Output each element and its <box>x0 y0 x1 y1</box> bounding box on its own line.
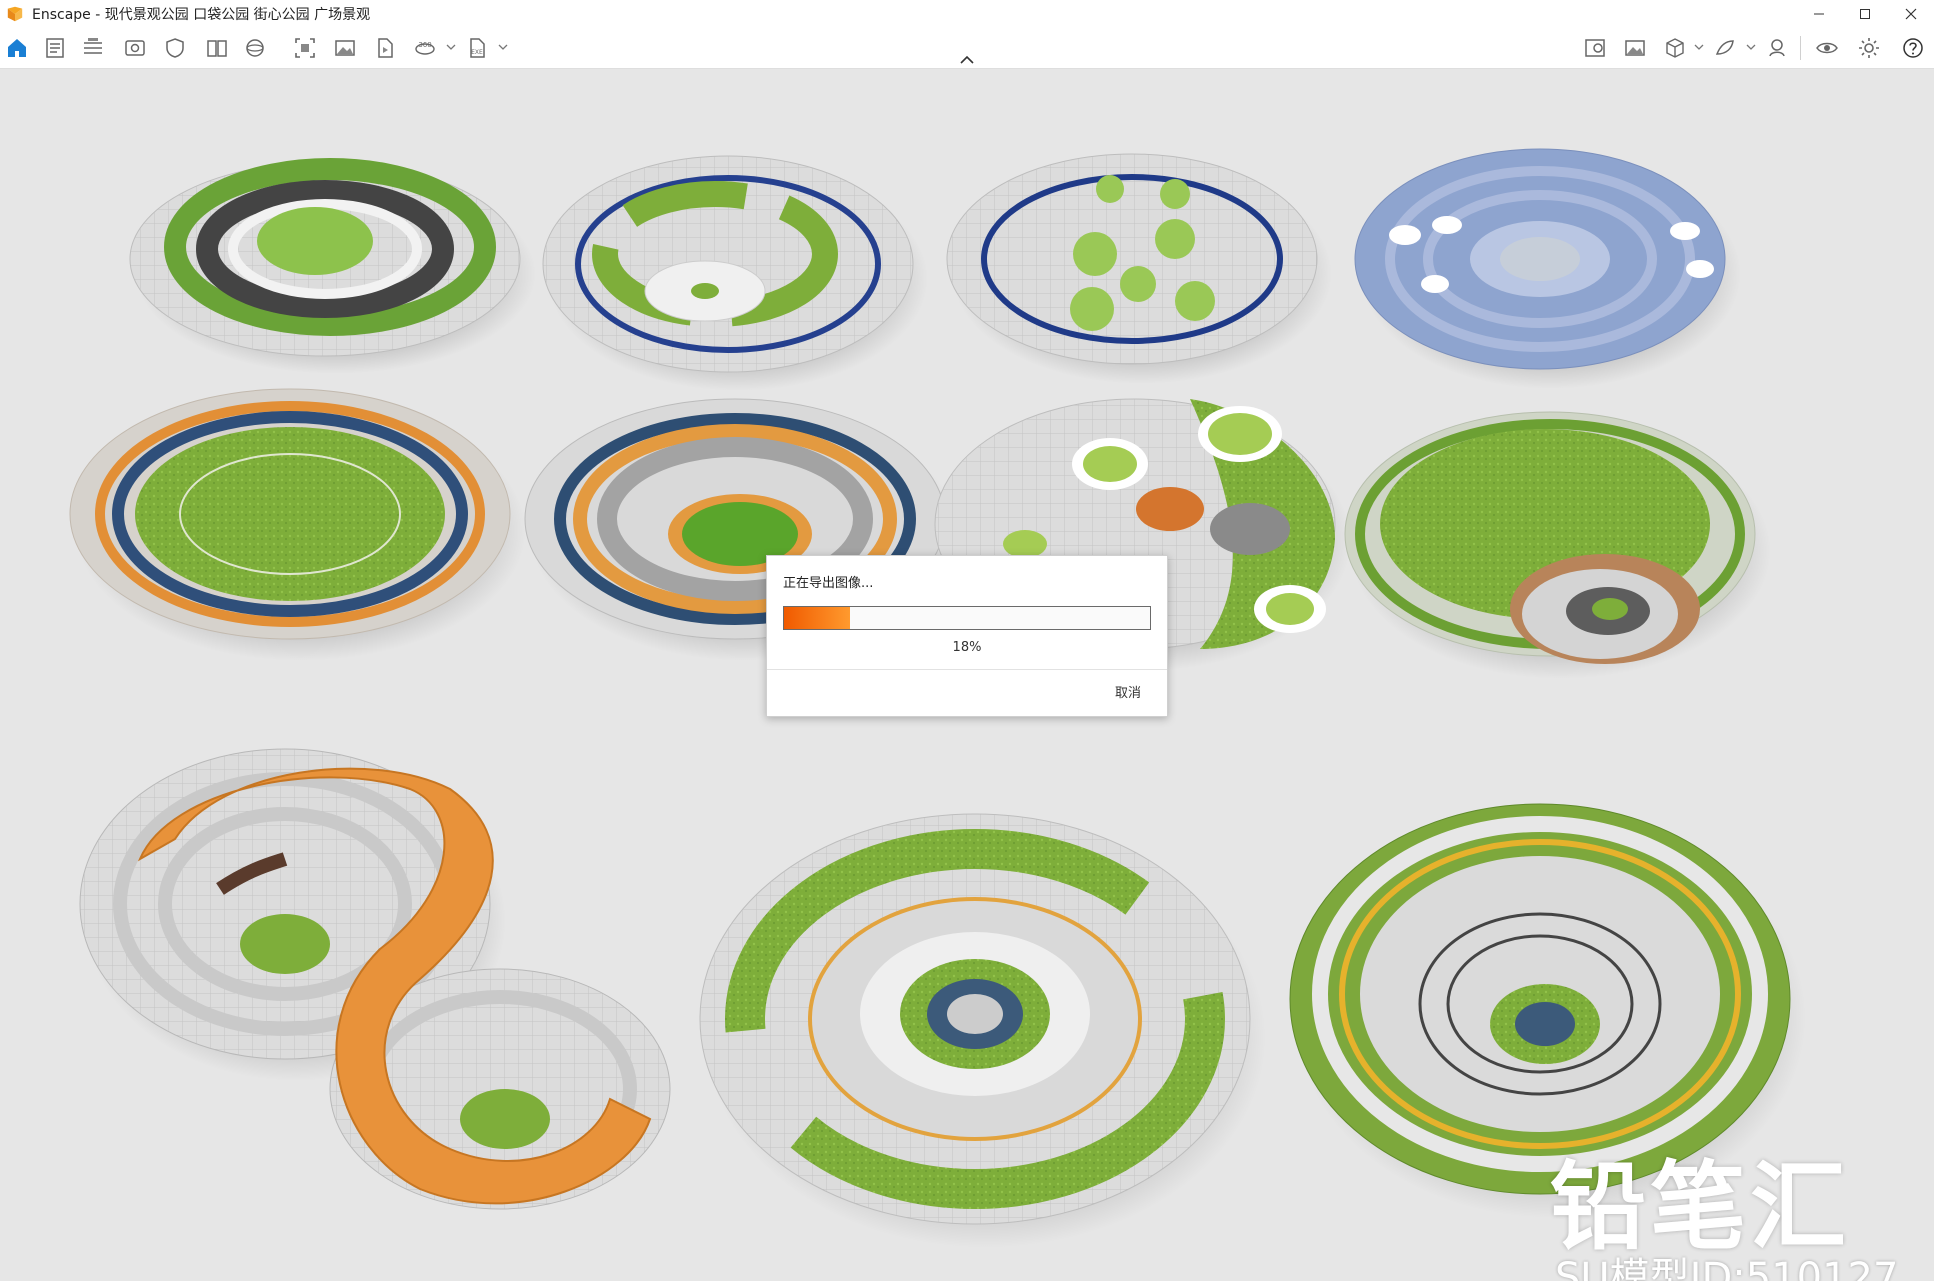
park-model-2 <box>542 155 928 391</box>
park-model-1 <box>129 158 536 374</box>
dialog-title: 正在导出图像... <box>783 576 874 591</box>
watermark-model-id: SU模型ID:510127 <box>1555 1255 1899 1281</box>
asset-icon[interactable] <box>1764 35 1790 61</box>
exe-export-icon[interactable]: EXE <box>464 35 490 61</box>
image-icon[interactable] <box>332 35 358 61</box>
settings-icon[interactable] <box>1856 35 1882 61</box>
title-bar: Enscape - 现代景观公园 口袋公园 街心公园 广场景观 <box>0 0 1934 28</box>
svg-text:EXE: EXE <box>471 49 483 56</box>
book-icon[interactable] <box>204 35 230 61</box>
video-icon[interactable] <box>372 35 398 61</box>
minimize-icon <box>1814 13 1824 15</box>
maximize-button[interactable] <box>1842 0 1888 28</box>
view-icon[interactable] <box>122 35 148 61</box>
export-progress-dialog: 正在导出图像... 18% 取消 <box>766 555 1168 717</box>
dialog-divider <box>767 669 1167 670</box>
park-model-3 <box>946 153 1332 384</box>
panorama-360-icon[interactable]: 360 <box>412 35 438 61</box>
cube-icon[interactable] <box>1662 35 1688 61</box>
progress-bar <box>783 606 1151 630</box>
chevron-down-icon[interactable] <box>1746 42 1756 52</box>
park-model-10 <box>699 813 1266 1248</box>
shield-icon[interactable] <box>162 35 188 61</box>
close-icon <box>1905 8 1917 20</box>
window-title: Enscape - 现代景观公园 口袋公园 街心公园 广场景观 <box>32 7 371 23</box>
gallery-icon[interactable] <box>1622 35 1648 61</box>
park-model-5 <box>69 388 526 661</box>
close-button[interactable] <box>1888 0 1934 28</box>
material-icon[interactable] <box>1712 35 1738 61</box>
chevron-up-icon[interactable] <box>958 54 976 66</box>
cancel-button[interactable]: 取消 <box>1115 682 1141 701</box>
progress-fill <box>784 607 850 629</box>
document-icon[interactable] <box>42 35 68 61</box>
park-model-9 <box>79 748 671 1210</box>
progress-percent: 18% <box>952 640 982 655</box>
toolbar-separator <box>1800 36 1801 60</box>
screenshot-icon[interactable] <box>292 35 318 61</box>
home-icon[interactable] <box>4 35 30 61</box>
chevron-down-icon[interactable] <box>1694 42 1704 52</box>
maximize-icon <box>1860 9 1870 19</box>
park-model-8 <box>1344 411 1771 679</box>
svg-text:360: 360 <box>418 41 431 49</box>
minimize-button[interactable] <box>1796 0 1842 28</box>
chevron-down-icon[interactable] <box>446 42 456 52</box>
enscape-logo-icon <box>7 6 23 22</box>
eye-icon[interactable] <box>1814 35 1840 61</box>
bim-icon[interactable] <box>80 35 106 61</box>
sphere-icon[interactable] <box>242 35 268 61</box>
help-icon[interactable] <box>1900 35 1926 61</box>
image-map-icon[interactable] <box>1582 35 1608 61</box>
chevron-down-icon[interactable] <box>498 42 508 52</box>
park-model-4 <box>1354 148 1741 389</box>
